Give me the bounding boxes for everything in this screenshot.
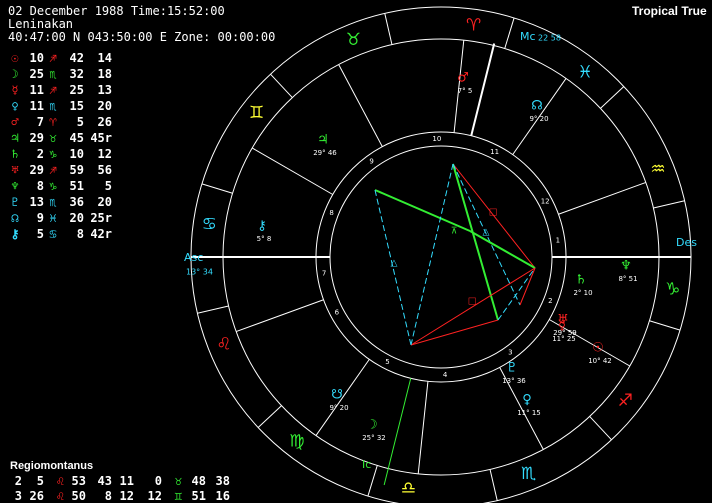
wheel-planet-icon: ♃ xyxy=(317,133,329,148)
zodiac-sign-icon: ♈ xyxy=(466,15,481,35)
wheel-planet-icon: ♄ xyxy=(575,273,587,288)
sign-divider xyxy=(600,86,625,109)
wheel-planet-icon: ☽ xyxy=(366,418,378,433)
house-number: 2 xyxy=(548,297,552,305)
house-number: 12 xyxy=(541,198,550,206)
wheel-planet-degree: 5° 8 xyxy=(257,235,272,243)
wheel-planet-degree: 29° 46 xyxy=(313,149,337,157)
aspect-square-icon: □ xyxy=(468,297,477,307)
zodiac-sign-icon: ♋ xyxy=(202,214,217,234)
house-cusp-line xyxy=(235,299,324,333)
des-label: Des xyxy=(676,236,697,249)
zodiac-sign-icon: ♏ xyxy=(521,464,536,484)
sign-divider xyxy=(504,17,515,49)
house-cusp-line xyxy=(417,381,429,474)
aspect-line xyxy=(410,319,499,346)
mc-degree: 22 58 xyxy=(538,34,561,43)
house-number: 1 xyxy=(556,237,560,245)
house-number: 10 xyxy=(432,135,441,143)
aspect-line xyxy=(469,230,536,269)
wheel-planet-degree: 13° 36 xyxy=(502,377,526,385)
wheel-planet-icon: ☊ xyxy=(531,99,543,114)
aspect-line xyxy=(497,267,536,321)
house-number: 8 xyxy=(329,209,333,217)
wheel-planet-degree: 7° 5 xyxy=(458,87,473,95)
sign-divider xyxy=(270,73,293,98)
wheel-planet-degree: 10° 42 xyxy=(588,357,612,365)
sign-divider xyxy=(589,416,612,441)
zodiac-sign-icon: ♉ xyxy=(346,30,361,50)
asc-degree: 13° 34 xyxy=(186,268,213,277)
sign-divider xyxy=(201,183,233,194)
ic-label: Ic xyxy=(362,458,371,471)
zodiac-sign-icon: ♎ xyxy=(401,479,416,499)
aspect-line xyxy=(410,267,536,346)
zodiac-sign-icon: ♍ xyxy=(289,431,304,451)
house-number: 9 xyxy=(369,158,373,166)
sign-divider xyxy=(384,13,393,45)
wheel-planet-icon: ☿ xyxy=(558,319,566,334)
ic-line xyxy=(383,378,412,486)
wheel-ring xyxy=(315,131,567,383)
zodiac-sign-icon: ♓ xyxy=(577,63,592,83)
mc-label: Mc xyxy=(520,30,536,43)
zodiac-sign-icon: ♑ xyxy=(665,280,680,300)
aspect-line xyxy=(374,189,471,232)
wheel-planet-icon: ♀ xyxy=(522,393,532,408)
wheel-planet-degree: 2° 10 xyxy=(573,289,592,297)
wheel-planet-degree: 9° 20 xyxy=(529,115,548,123)
wheel-planet-icon: ⚷ xyxy=(257,219,267,234)
wheel-planet-icon: ☋ xyxy=(331,388,343,403)
sign-divider xyxy=(257,405,282,428)
mc-line xyxy=(470,43,496,136)
sign-divider xyxy=(653,200,685,209)
asc-label: Asc xyxy=(184,251,203,264)
wheel-planet-degree: 25° 32 xyxy=(362,434,386,442)
house-number: 7 xyxy=(322,269,326,277)
zodiac-sign-icon: ♒ xyxy=(650,159,665,179)
aspect-trine-icon: ⊼ xyxy=(451,227,458,237)
wheel-planet-icon: ♆ xyxy=(620,259,632,274)
wheel-planet-icon: ☉ xyxy=(592,341,604,356)
house-number: 5 xyxy=(385,358,389,366)
wheel-ring xyxy=(329,145,553,369)
sign-divider xyxy=(649,320,681,331)
house-number: 3 xyxy=(508,348,512,356)
house-cusp-line xyxy=(338,64,383,147)
aspect-trine-icon: △ xyxy=(483,228,490,238)
house-cusp-line xyxy=(558,181,647,215)
aspect-trine-icon: △ xyxy=(391,259,398,269)
zodiac-sign-icon: ♐ xyxy=(618,391,633,411)
wheel-planet-degree: 9° 20 xyxy=(329,404,348,412)
aspect-line xyxy=(410,163,454,346)
wheel-ring xyxy=(190,6,692,503)
wheel-planet-icon: ♂ xyxy=(457,71,469,86)
house-number: 4 xyxy=(443,371,448,379)
chart-wheel: 789101112123456♈♓♒♑♐♏♎♍♌♋♊♉□□⊼△△Mc 22 58A… xyxy=(184,6,697,503)
house-number: 6 xyxy=(335,308,340,316)
sign-divider xyxy=(489,469,498,501)
sign-divider xyxy=(197,305,229,314)
zodiac-sign-icon: ♌ xyxy=(216,335,231,355)
zodiac-sign-icon: ♊ xyxy=(249,103,264,123)
wheel-planet-degree: 11° 25 xyxy=(552,335,576,343)
wheel-planet-icon: ♇ xyxy=(506,361,518,376)
aspect-square-icon: □ xyxy=(489,208,498,218)
wheel-planet-degree: 11° 15 xyxy=(517,409,541,417)
house-number: 11 xyxy=(490,148,499,156)
wheel-planet-degree: 8° 51 xyxy=(618,275,637,283)
